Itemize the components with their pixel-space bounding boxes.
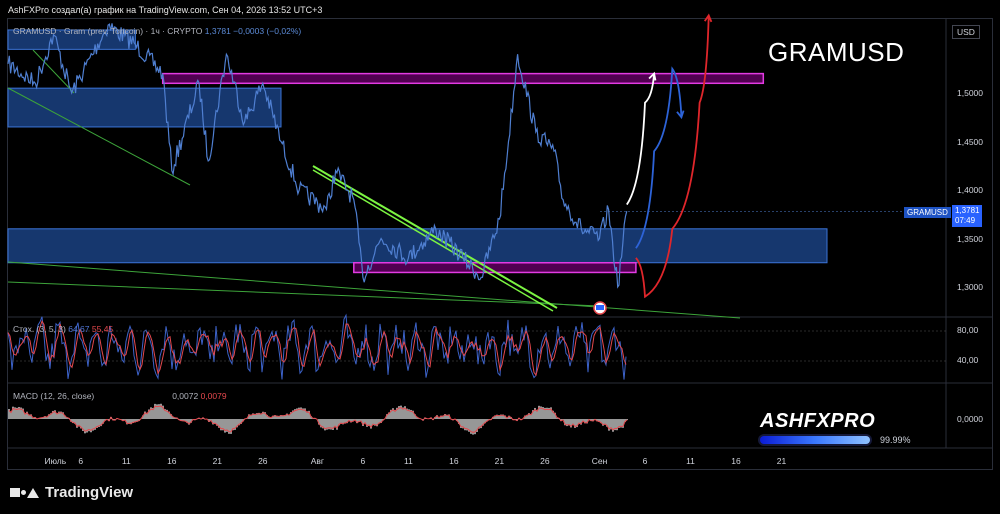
macd-legend[interactable]: MACD (12, 26, close) 0,0072 0,0079 bbox=[13, 391, 227, 401]
price-tag-box: 1,3781 07:49 bbox=[952, 205, 983, 227]
time-tick: 11 bbox=[686, 456, 695, 466]
time-tick: 6 bbox=[360, 456, 366, 466]
price-tick-3: 1,4000 bbox=[957, 185, 983, 195]
tradingview-logo-icon bbox=[10, 487, 39, 498]
time-tick: 21 bbox=[212, 456, 223, 466]
legend-symbol: GRAMUSD · Gram (prev. Toncoin) · 1ч · CR… bbox=[13, 26, 203, 36]
flag-marker[interactable] bbox=[593, 301, 607, 315]
time-tick: 11 bbox=[121, 456, 131, 466]
time-tick: Июль bbox=[44, 456, 67, 466]
macd-tick-0: 0,0000 bbox=[957, 414, 983, 424]
price-tick-4: 1,3500 bbox=[957, 234, 983, 244]
brand-name: ASHFXPRO bbox=[760, 410, 876, 432]
time-tick: 26 bbox=[258, 456, 268, 466]
projection-blue bbox=[635, 66, 683, 249]
projection-white bbox=[626, 73, 655, 206]
price-tag-countdown: 07:49 bbox=[955, 216, 976, 225]
macd-value-2: 0,0079 bbox=[200, 391, 227, 401]
stoch-name: Стох. (3, 5, 3) bbox=[13, 324, 66, 334]
stoch-tick-40: 40,00 bbox=[957, 355, 979, 365]
price-tick-1: 1,5000 bbox=[957, 88, 983, 98]
price-tick-2: 1,4500 bbox=[957, 137, 983, 147]
macd-value-1: 0,0072 bbox=[172, 391, 199, 401]
price-tag-symbol: GRAMUSD bbox=[904, 207, 951, 218]
time-tick: 6 bbox=[642, 456, 648, 466]
time-tick: 16 bbox=[167, 456, 177, 466]
stoch-d-value: 55,45 bbox=[91, 324, 114, 334]
tradingview-footer[interactable]: TradingView bbox=[10, 484, 133, 501]
time-tick: Сен bbox=[591, 456, 608, 466]
macd-name: MACD (12, 26, close) bbox=[13, 391, 95, 401]
zone-blue bbox=[7, 228, 828, 264]
price-tick-5: 1,3000 bbox=[957, 282, 983, 292]
zone-magenta bbox=[161, 72, 765, 85]
brand-percent: 99.99% bbox=[880, 435, 911, 445]
time-tick: 11 bbox=[403, 456, 413, 466]
macd-histogram bbox=[8, 403, 628, 435]
stoch-legend[interactable]: Стох. (3, 5, 3) 64,67 55,45 bbox=[13, 324, 113, 334]
symbol-legend[interactable]: GRAMUSD · Gram (prev. Toncoin) · 1ч · CR… bbox=[13, 26, 301, 36]
legend-values: 1,3781 −0,0003 (−0,02%) bbox=[204, 26, 302, 36]
time-tick: 16 bbox=[731, 456, 741, 466]
watermark-title: GRAMUSD bbox=[768, 37, 905, 67]
stoch-k-value: 64,67 bbox=[68, 324, 90, 334]
time-tick: 21 bbox=[494, 456, 505, 466]
stoch-tick-80: 80,00 bbox=[957, 325, 979, 335]
zone-blue bbox=[7, 87, 282, 128]
brand-progress-bar bbox=[760, 436, 870, 444]
time-tick: 16 bbox=[449, 456, 459, 466]
time-tick: Авг bbox=[310, 456, 325, 466]
last-price-tag: GRAMUSD 1,3781 07:49 bbox=[904, 205, 988, 227]
time-tick: 21 bbox=[776, 456, 787, 466]
footer-brand-text: TradingView bbox=[45, 484, 134, 501]
time-tick: 26 bbox=[540, 456, 550, 466]
currency-label[interactable]: USD bbox=[952, 25, 980, 39]
time-tick: 6 bbox=[78, 456, 84, 466]
price-tag-price: 1,3781 bbox=[955, 206, 980, 215]
